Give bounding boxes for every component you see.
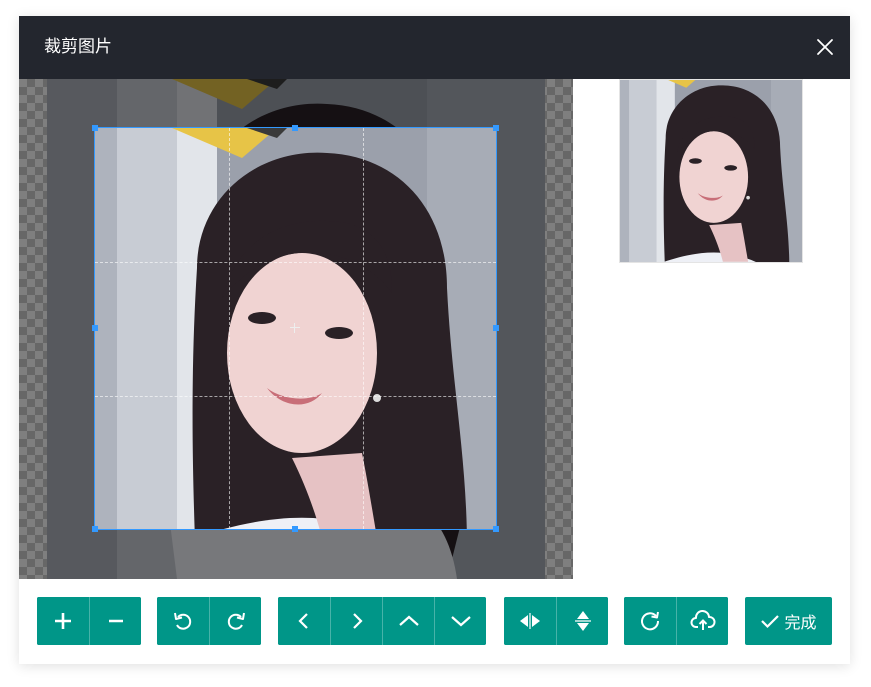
move-down-button[interactable] [434,597,486,645]
crop-handle-se[interactable] [493,526,499,532]
chevron-down-icon [450,616,471,627]
flip-horizontal-icon [520,613,540,629]
chevron-up-icon [398,615,419,626]
crop-center-mark [290,323,300,333]
rotate-ccw-icon [174,612,192,630]
zoom-out-button[interactable] [89,597,141,645]
crop-handle-s[interactable] [292,526,298,532]
crop-handle-e[interactable] [493,325,499,331]
close-button[interactable] [816,38,834,56]
upload-button[interactable] [676,597,728,645]
zoom-button-group [37,597,141,645]
crop-image-dialog: 裁剪图片 完成 [19,16,850,664]
rotate-button-group [157,597,261,645]
reset-button[interactable] [624,597,676,645]
done-button-label: 完成 [784,615,817,632]
move-left-button[interactable] [278,597,330,645]
crop-guide-horizontal [95,396,496,397]
crop-preview [619,79,803,263]
crop-handle-n[interactable] [292,125,298,131]
cloud-upload-icon [690,610,716,630]
flip-vertical-icon [574,611,591,631]
done-button-group: 完成 [745,597,832,645]
crop-handle-sw[interactable] [92,526,98,532]
flip-horizontal-button[interactable] [504,597,556,645]
plus-icon [55,613,71,629]
rotate-left-button[interactable] [157,597,209,645]
minus-icon [108,619,123,623]
zoom-in-button[interactable] [37,597,89,645]
move-button-group [278,597,486,645]
crop-guide-vertical [363,128,364,529]
crop-guide-horizontal [95,262,496,263]
flip-button-group [504,597,608,645]
dialog-header: 裁剪图片 [19,16,850,79]
cropper-canvas[interactable] [19,79,573,579]
crop-box[interactable] [94,127,497,530]
done-button[interactable]: 完成 [745,597,832,645]
move-right-button[interactable] [330,597,382,645]
move-up-button[interactable] [382,597,434,645]
crop-handle-nw[interactable] [92,125,98,131]
close-icon [817,39,833,55]
crop-toolbar: 完成 [19,597,850,645]
reset-upload-button-group [624,597,728,645]
rotate-cw-icon [227,612,245,630]
crop-guide-vertical [229,128,230,529]
chevron-right-icon [352,613,363,629]
crop-handle-ne[interactable] [493,125,499,131]
preview-image [619,79,803,263]
flip-vertical-button[interactable] [556,597,608,645]
dialog-title: 裁剪图片 [44,37,112,56]
crop-handle-w[interactable] [92,325,98,331]
chevron-left-icon [298,613,308,629]
check-icon [761,615,780,629]
refresh-icon [641,611,660,631]
rotate-right-button[interactable] [209,597,261,645]
